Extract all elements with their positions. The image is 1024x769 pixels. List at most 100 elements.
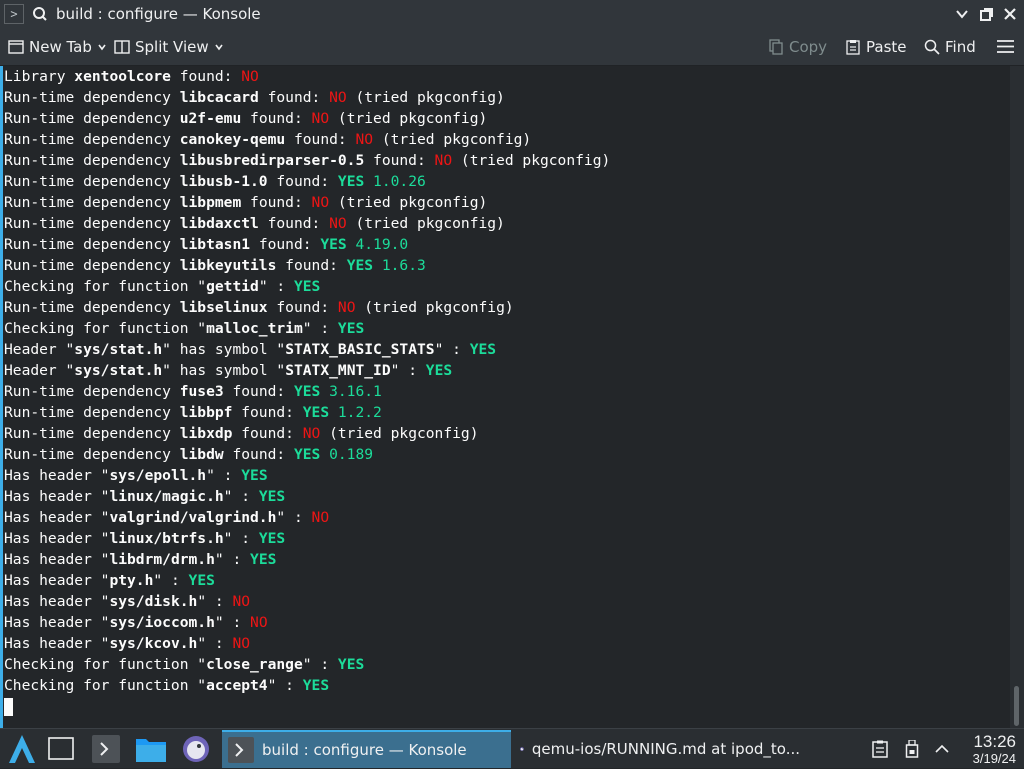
terminal-line: Header "sys/stat.h" has symbol "STATX_BA… <box>4 339 610 360</box>
terminal-text-segment: NO <box>311 110 330 127</box>
terminal-text-segment: found: <box>364 152 435 169</box>
terminal-text-segment: Checking for function " <box>4 320 207 337</box>
terminal-text-segment: found: <box>285 131 356 148</box>
terminal-text-segment: Run-time dependency <box>4 110 180 127</box>
terminal-text-segment: u2f-emu <box>179 110 242 127</box>
maximize-icon[interactable] <box>978 6 994 22</box>
terminal-text-segment: 3.16.1 <box>320 383 382 400</box>
terminal-text-segment: NO <box>311 194 330 211</box>
storage-tray[interactable] <box>905 729 919 769</box>
terminal-text-segment: Run-time dependency <box>4 257 180 274</box>
keep-above-pin-icon[interactable] <box>32 6 48 22</box>
new-tab-button[interactable]: New Tab <box>8 37 107 57</box>
terminal-text-segment: libdrm/drm.h <box>109 551 215 568</box>
tray-expand-button[interactable] <box>935 729 949 769</box>
find-button[interactable]: Find <box>924 37 976 57</box>
show-desktop-button[interactable] <box>48 729 74 769</box>
terminal-text-segment: found: <box>241 110 312 127</box>
konsole-launcher[interactable] <box>92 729 120 769</box>
paste-icon <box>846 40 860 55</box>
terminal-text-segment: NO <box>241 68 259 85</box>
terminal-text-segment: NO <box>329 89 347 106</box>
terminal-text-segment: YES <box>320 236 347 253</box>
terminal-text-segment: (tried pkgconfig) <box>346 215 505 232</box>
terminal-text-segment: NO <box>337 299 356 316</box>
minimize-icon[interactable] <box>954 6 970 22</box>
terminal-text-segment: " : <box>434 341 470 358</box>
terminal-text-segment: NO <box>302 425 321 442</box>
terminal-text-segment: libkeyutils <box>179 257 277 274</box>
terminal-text-segment: 1.0.26 <box>364 173 426 190</box>
terminal-text-segment: Has header " <box>4 572 110 589</box>
terminal-line: Has header "valgrind/valgrind.h" : NO <box>4 507 610 528</box>
terminal-line: Run-time dependency libkeyutils found: Y… <box>4 255 610 276</box>
terminal-text-segment: libusb-1.0 <box>179 173 268 190</box>
folder-icon <box>136 739 166 762</box>
split-view-button[interactable]: Split View <box>114 37 224 57</box>
application-launcher[interactable] <box>8 729 36 769</box>
terminal-text-segment: NO <box>232 593 251 610</box>
terminal-text-segment: (tried pkgconfig) <box>373 131 532 148</box>
terminal-text-segment: YES <box>337 656 365 673</box>
hamburger-menu-icon[interactable] <box>997 39 1014 54</box>
terminal-text-segment: YES <box>241 467 268 484</box>
browser-launcher[interactable] <box>182 729 210 769</box>
taskbar: build : configure — Konsole qemu-ios/RUN… <box>0 728 1024 768</box>
terminal-text-segment: libdaxctl <box>179 215 259 232</box>
usb-drive-icon <box>905 740 919 758</box>
terminal-line: Run-time dependency libpmem found: NO (t… <box>4 192 610 213</box>
terminal-text-segment: found: <box>223 383 294 400</box>
clipboard-tray[interactable] <box>872 729 888 769</box>
scrollbar[interactable] <box>1010 66 1024 728</box>
file-manager-launcher[interactable] <box>135 729 167 769</box>
eagle-browser-icon <box>520 747 524 751</box>
terminal-text-segment: " : <box>197 635 233 652</box>
terminal-text-segment: " : <box>223 530 259 547</box>
terminal-text-segment: " : <box>276 509 312 526</box>
terminal-line: Run-time dependency fuse3 found: YES 3.1… <box>4 381 610 402</box>
terminal-text-segment: Run-time dependency <box>4 425 180 442</box>
terminal-text-segment: found: <box>241 194 312 211</box>
terminal-text-segment: Has header " <box>4 551 110 568</box>
terminal-text-segment: " has symbol " <box>162 362 286 379</box>
terminal-text-segment: canokey-qemu <box>179 131 286 148</box>
terminal-line: Has header "linux/magic.h" : YES <box>4 486 610 507</box>
clipboard-icon <box>872 740 888 758</box>
paste-button[interactable]: Paste <box>845 37 907 57</box>
clock-date: 3/19/24 <box>972 751 1016 766</box>
terminal-text-segment: found: <box>232 425 303 442</box>
terminal-text-segment: Checking for function " <box>4 656 207 673</box>
terminal-text-segment: 4.19.0 <box>346 236 409 253</box>
terminal-text-segment: Header " <box>4 362 75 379</box>
terminal-text-segment: sys/stat.h <box>74 362 163 379</box>
terminal-text-segment: YES <box>469 341 497 358</box>
terminal-text-segment: (tried pkgconfig) <box>346 89 505 106</box>
new-tab-icon <box>8 40 24 54</box>
terminal-text-segment: " : <box>197 593 233 610</box>
terminal-text-segment: (tried pkgconfig) <box>355 299 514 316</box>
close-icon[interactable] <box>1002 6 1018 22</box>
task-konsole[interactable]: build : configure — Konsole <box>222 730 511 768</box>
scrollbar-thumb[interactable] <box>1014 686 1019 726</box>
terminal-text-segment: YES <box>337 320 365 337</box>
copy-button[interactable]: Copy <box>768 37 827 57</box>
terminal-line: Checking for function "accept4" : YES <box>4 675 610 696</box>
terminal-app-icon[interactable]: > <box>4 4 24 24</box>
terminal-line: Run-time dependency canokey-qemu found: … <box>4 129 610 150</box>
terminal-line: Run-time dependency libcacard found: NO … <box>4 87 610 108</box>
terminal-line: Has header "sys/kcov.h" : NO <box>4 633 610 654</box>
terminal-text-segment: Run-time dependency <box>4 236 180 253</box>
terminal-text-segment: linux/btrfs.h <box>109 530 224 547</box>
terminal-text-segment: " has symbol " <box>162 341 286 358</box>
digital-clock[interactable]: 13:26 3/19/24 <box>973 732 1016 766</box>
terminal-text-segment: NO <box>434 152 453 169</box>
terminal-text-segment: found: <box>223 446 294 463</box>
terminal-text-segment: Run-time dependency <box>4 152 180 169</box>
terminal-view[interactable]: Library xentoolcore found: NO Run-time de… <box>0 66 1010 728</box>
task-browser[interactable]: qemu-ios/RUNNING.md at ipod_to... <box>518 730 800 768</box>
terminal-text-segment: Has header " <box>4 635 110 652</box>
task-label: qemu-ios/RUNNING.md at ipod_to... <box>531 740 800 758</box>
terminal-text-segment: Checking for function " <box>4 677 207 694</box>
task-label: build : configure — Konsole <box>262 741 467 759</box>
terminal-text-segment: YES <box>250 551 277 568</box>
